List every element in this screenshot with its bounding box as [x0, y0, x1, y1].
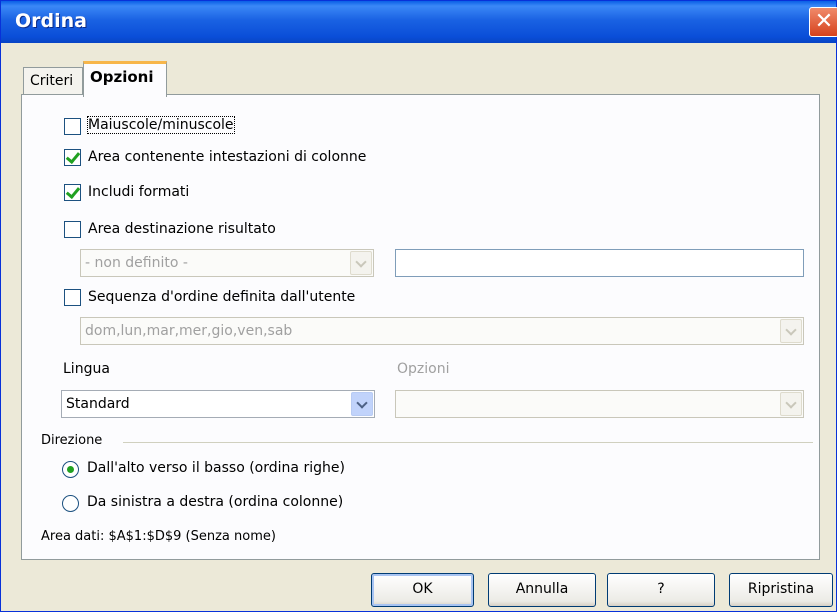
custom-order-checkbox[interactable] — [64, 289, 81, 306]
data-area-text: Area dati: $A$1:$D$9 (Senza nome) — [41, 529, 276, 544]
language-combo[interactable]: Standard — [61, 390, 375, 418]
has-headers-checkbox[interactable] — [64, 149, 81, 166]
direction-heading: Direzione — [41, 433, 103, 448]
dialog-title: Ordina — [15, 10, 87, 32]
top-to-bottom-radio[interactable] — [62, 461, 79, 478]
case-sensitive-label[interactable]: Maiuscole/minuscole — [87, 116, 235, 134]
tab-opzioni-label: Opzioni — [90, 68, 154, 86]
ok-button-label: OK — [412, 581, 433, 597]
has-headers-label[interactable]: Area contenente intestazioni di colonne — [88, 149, 366, 165]
chevron-down-icon — [351, 392, 373, 416]
custom-order-combo[interactable]: dom,lun,mar,mer,gio,ven,sab — [80, 317, 804, 345]
custom-order-value: dom,lun,mar,mer,gio,ven,sab — [85, 323, 293, 339]
language-value: Standard — [66, 396, 130, 412]
copy-results-label[interactable]: Area destinazione risultato — [88, 221, 276, 237]
custom-order-label[interactable]: Sequenza d'ordine definita dall'utente — [88, 289, 355, 305]
close-button[interactable]: ✕ — [809, 7, 837, 37]
close-icon: ✕ — [814, 9, 834, 34]
sort-dialog: Ordina ✕ Criteri Opzioni Maiuscole/minus… — [0, 0, 837, 612]
case-sensitive-checkbox[interactable] — [64, 118, 81, 135]
output-range-field[interactable] — [395, 249, 804, 277]
chevron-down-icon — [780, 392, 802, 416]
copy-results-checkbox[interactable] — [64, 221, 81, 238]
help-button[interactable]: ? — [607, 573, 715, 607]
output-range-value: - non definito - — [85, 255, 188, 271]
reset-button[interactable]: Ripristina — [729, 573, 833, 607]
language-label: Lingua — [63, 361, 110, 377]
reset-button-label: Ripristina — [747, 581, 815, 597]
chevron-down-icon — [780, 319, 802, 343]
ok-button[interactable]: OK — [371, 573, 474, 607]
cancel-button-label: Annulla — [515, 581, 569, 597]
left-to-right-label[interactable]: Da sinistra a destra (ordina colonne) — [87, 494, 343, 510]
tab-opzioni[interactable]: Opzioni — [83, 61, 167, 97]
title-bar[interactable]: Ordina ✕ — [1, 1, 837, 43]
help-button-label: ? — [657, 581, 665, 597]
direction-separator — [123, 442, 813, 443]
language-options-combo[interactable] — [395, 390, 804, 418]
cancel-button[interactable]: Annulla — [488, 573, 596, 607]
include-formats-checkbox[interactable] — [64, 184, 81, 201]
tab-criteri-label: Criteri — [30, 73, 74, 89]
include-formats-label[interactable]: Includi formati — [88, 184, 189, 200]
language-options-label: Opzioni — [397, 361, 450, 377]
top-to-bottom-label[interactable]: Dall'alto verso il basso (ordina righe) — [87, 460, 345, 476]
tab-criteri[interactable]: Criteri — [23, 67, 83, 95]
chevron-down-icon — [350, 251, 372, 275]
output-range-combo[interactable]: - non definito - — [80, 249, 374, 277]
left-to-right-radio[interactable] — [62, 495, 79, 512]
